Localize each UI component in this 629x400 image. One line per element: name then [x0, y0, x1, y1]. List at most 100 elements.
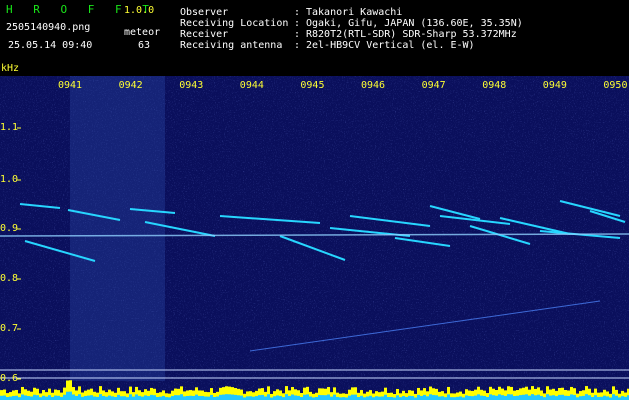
y-tick-label: 0.7 [0, 323, 19, 334]
x-tick-label: 0944 [239, 80, 264, 91]
info-value-receiver: R820T2(RTL-SDR) SDR-Sharp 53.372MHz [306, 29, 517, 40]
spectrum-bar-column [414, 393, 417, 400]
spectrum-bar-column [294, 389, 297, 400]
x-tick-label: 0947 [421, 80, 446, 91]
spectrum-bar-column [117, 387, 120, 400]
spectrum-bar-column [480, 389, 483, 400]
spectrum-bar-column [132, 392, 135, 400]
spectrum-bar-column [459, 391, 462, 400]
info-value-location: Ogaki, Gifu, JAPAN (136.60E, 35.35N) [306, 18, 523, 29]
spectrum-bar-column [600, 392, 603, 400]
spectrum-bar-column [63, 387, 66, 400]
spectrum-bar-column [243, 393, 246, 400]
spectrum-bar-column [375, 391, 378, 400]
spectrum-bar-column [531, 386, 534, 400]
y-tick-label: 0.9 [0, 223, 19, 234]
spectrum-bar-column [9, 392, 12, 400]
spectrum-bar-column [237, 388, 240, 400]
spectrum-bar-column [45, 392, 48, 400]
spectrum-bar-column [324, 388, 327, 400]
spectrum-bar-column [543, 393, 546, 400]
spectrum-bar-column [129, 386, 132, 400]
spectrum-bar-column [6, 393, 9, 400]
y-tick-label: 0.6 [0, 373, 19, 384]
spectrum-bar-column [96, 392, 99, 400]
spectrum-bar-column [90, 388, 93, 400]
spectrum-bar-column [264, 391, 267, 400]
x-tick-label: 0941 [58, 80, 83, 91]
spectrum-bar-column [393, 393, 396, 400]
spectrogram-plot [0, 76, 629, 400]
info-sep-receiver: : [294, 29, 301, 40]
spectrum-bar-column [348, 389, 351, 400]
spectrum-bar-column [84, 390, 87, 400]
spectrum-bar-column [75, 390, 78, 400]
spectrum-bar-column [321, 388, 324, 400]
spectrum-bar-column [417, 387, 420, 400]
x-tick-label: 0945 [300, 80, 325, 91]
spectrum-bar-column [357, 392, 360, 400]
spectrum-bar-column [579, 391, 582, 400]
y-tick-label: 1.0 [0, 174, 19, 185]
spectrum-bar-column [159, 392, 162, 400]
spectrum-bar-column [0, 390, 3, 400]
spectrum-bar-column [330, 392, 333, 400]
spectrum-bar-column [495, 390, 498, 400]
spectrum-bar-column [549, 389, 552, 400]
spectrum-bar-column [285, 386, 288, 400]
spectrum-bar-column [486, 393, 489, 400]
spectrum-bar-column [435, 388, 438, 400]
spectrum-bar-column [516, 390, 519, 400]
x-tick-label: 0950 [603, 80, 628, 91]
spectrum-bar-column [438, 391, 441, 400]
spectrum-bar-column [231, 387, 234, 400]
spectrum-bar-column [399, 393, 402, 400]
spectrum-bar-column [513, 390, 516, 400]
spectrum-bar-column [555, 390, 558, 400]
info-value-antenna: 2el-HB9CV Vertical (el. E-W) [306, 40, 475, 51]
spectrum-bar-column [252, 392, 255, 400]
spectrum-bar-column [51, 392, 54, 400]
spectrum-bar-column [108, 389, 111, 400]
spectrum-bar-column [387, 392, 390, 400]
spectrum-bar-column [447, 386, 450, 400]
spectrum-bar-column [426, 391, 429, 400]
spectrum-bar-column [534, 388, 537, 400]
spectrum-bar-column [444, 393, 447, 400]
spectrum-bar-column [42, 390, 45, 400]
spectrum-bar-column [306, 386, 309, 400]
spectrum-bar-column [510, 386, 513, 400]
spectrum-bar-column [564, 389, 567, 400]
spectrum-bar-column [576, 393, 579, 400]
info-label-receiver: Receiver [180, 29, 229, 40]
spectrum-bar-column [339, 393, 342, 400]
spectrum-bar-column [570, 386, 573, 400]
spectrum-bar-column [402, 390, 405, 400]
spectrum-bar-column [102, 390, 105, 400]
info-sep-observer: : [294, 7, 301, 18]
spectrum-bar-column [165, 393, 168, 400]
spectrum-bar-column [12, 390, 15, 400]
y-tick-label: 0.8 [0, 273, 19, 284]
x-tick-label: 0948 [482, 80, 507, 91]
spectrum-bar-column [342, 393, 345, 400]
spectrum-bar-column [558, 387, 561, 400]
spectrum-bar-column [240, 389, 243, 400]
spectrum-bar-column [258, 388, 261, 400]
spectrum-bar-column [489, 386, 492, 400]
spectrum-bar-column [411, 390, 414, 400]
spectrum-bar-column [333, 387, 336, 400]
spectrum-bar-column [603, 389, 606, 400]
spectrum-bar-column [3, 389, 6, 400]
spectrum-bar-column [210, 388, 213, 400]
spectrum-bar-column [441, 391, 444, 400]
spectrum-bar-column [609, 393, 612, 400]
spectrum-bar-column [588, 388, 591, 400]
spectrum-bar-column [429, 386, 432, 400]
spectrum-bar-column [135, 386, 138, 400]
app-version: 1.0.0 [124, 5, 155, 16]
spectrum-bar-column [522, 387, 525, 400]
spectrum-bar-column [327, 387, 330, 400]
spectrum-bar-column [33, 387, 36, 400]
info-label-location: Receiving Location [180, 18, 289, 29]
